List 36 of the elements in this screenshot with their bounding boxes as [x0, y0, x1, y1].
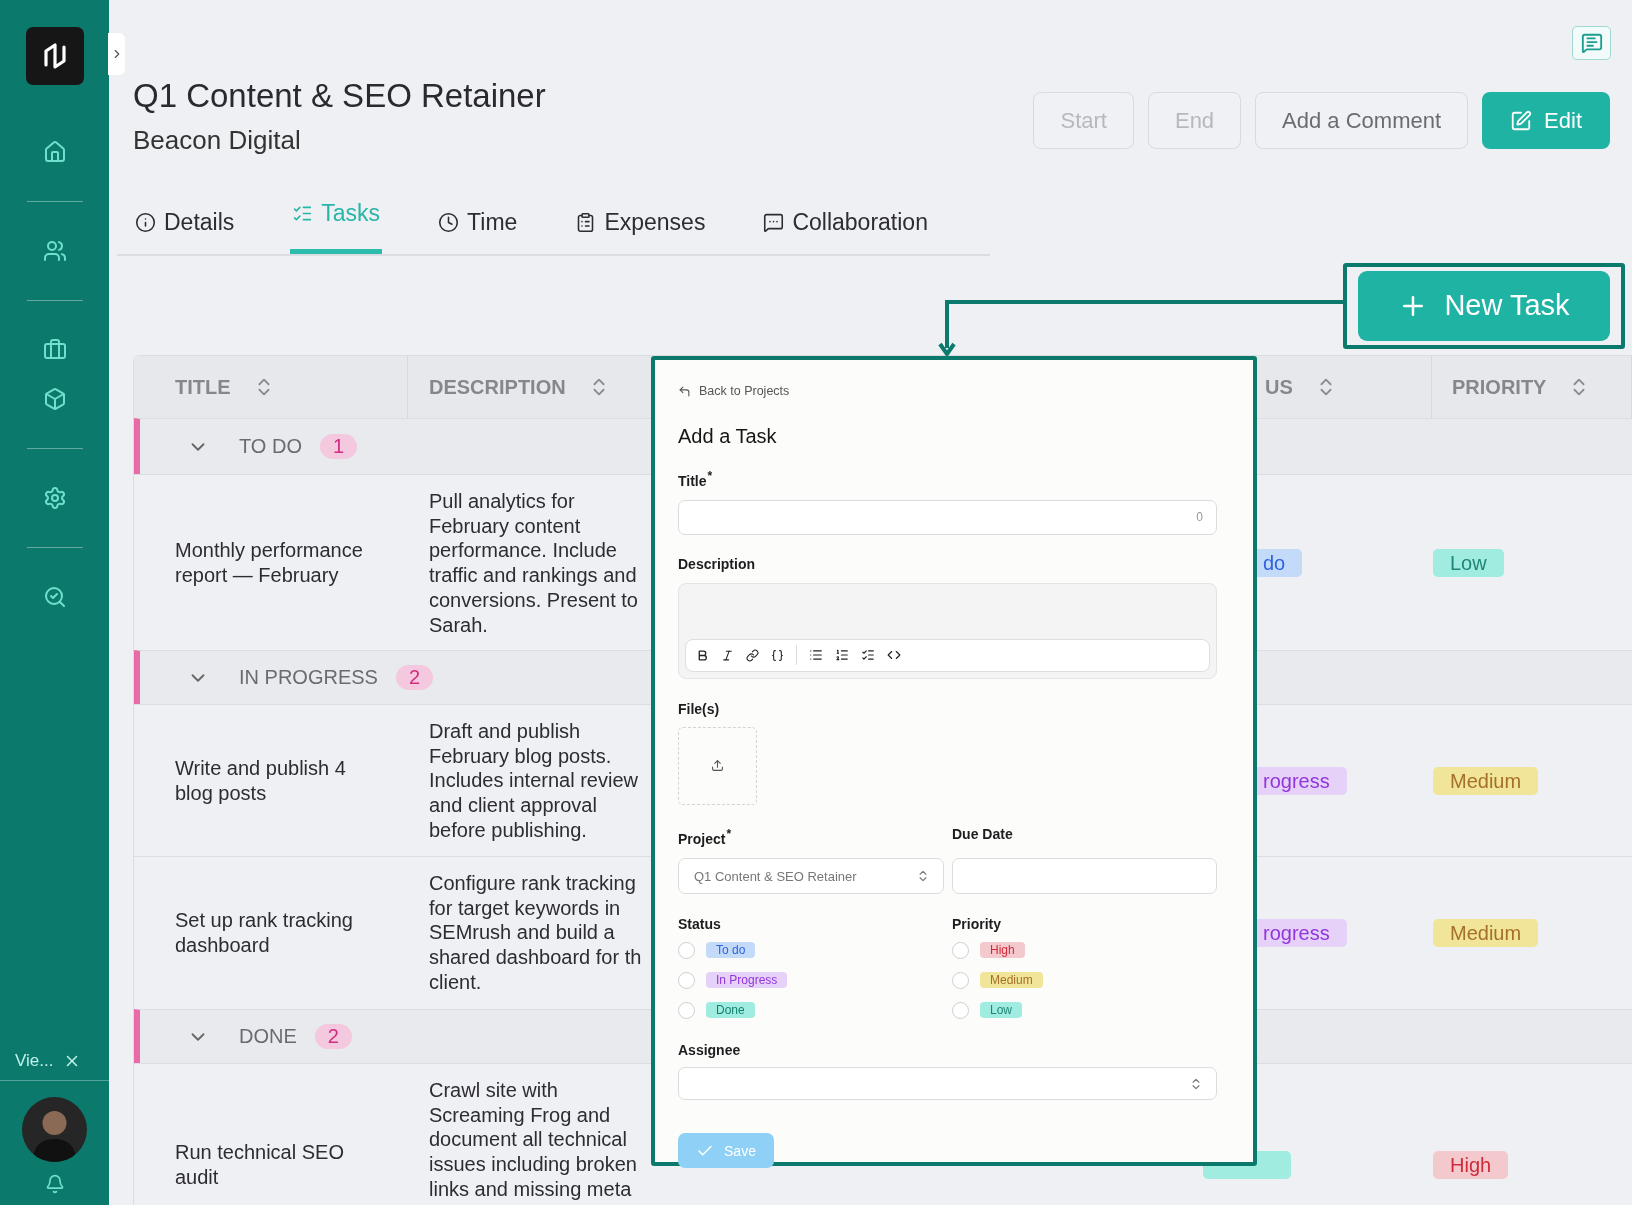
field-label: Priority: [952, 915, 1002, 934]
task-title: Write and publish 4 blog posts: [175, 755, 347, 806]
client-name: Beacon Digital: [133, 124, 301, 157]
task-description: Pull analytics for February content performance. Include traffic and rankings and conversions. Present to Sarah.: [429, 489, 638, 638]
dialog-title: Add a Task: [678, 424, 778, 449]
task-description: Configure rank tracking for target keywords in SEMrush and build a shared dashboard for th client.: [429, 871, 642, 995]
task-title: Run technical SEO audit: [175, 1139, 345, 1190]
character-counter: 0: [1196, 510, 1203, 525]
project-title: Q1 Content & SEO Retainer: [133, 76, 546, 116]
field-label: Project$^{*}$: [678, 825, 733, 848]
status-tag: In Progress: [706, 972, 788, 989]
status-tag: To do: [706, 942, 756, 959]
field-label: Due Date: [952, 824, 1014, 844]
status-tag: High: [980, 942, 1025, 959]
field-label: Description: [678, 554, 756, 573]
task-description: Draft and publish February blog posts. Includes internal review and client approval before publishing.: [429, 719, 638, 843]
status-tag: Medium: [980, 972, 1043, 989]
field-label: Title$^{*}$: [678, 468, 714, 490]
priority-tag: Low: [1433, 548, 1504, 577]
field-label: Assignee: [678, 1041, 742, 1060]
count-badge: 2: [395, 665, 434, 690]
task-description: Crawl site with Screaming Frog and document all technical issues including broken links and missing meta: [429, 1078, 637, 1202]
priority-tag: Medium: [1433, 919, 1539, 947]
priority-tag: Medium: [1433, 766, 1539, 795]
count-badge: 1: [319, 434, 358, 459]
field-label: Status: [678, 915, 722, 934]
task-title: Monthly performance report — February: [175, 537, 364, 588]
task-title: Set up rank tracking dashboard: [175, 908, 354, 958]
status-tag: Low: [980, 1002, 1022, 1019]
field-label: File(s): [678, 699, 721, 718]
status-tag: Done: [706, 1002, 755, 1019]
priority-tag: High: [1433, 1150, 1509, 1179]
group-label: IN PROGRESS: [239, 666, 378, 689]
count-badge: 2: [314, 1024, 352, 1049]
group-label: TO DO: [239, 435, 302, 458]
group-label: DONE: [239, 1025, 297, 1048]
